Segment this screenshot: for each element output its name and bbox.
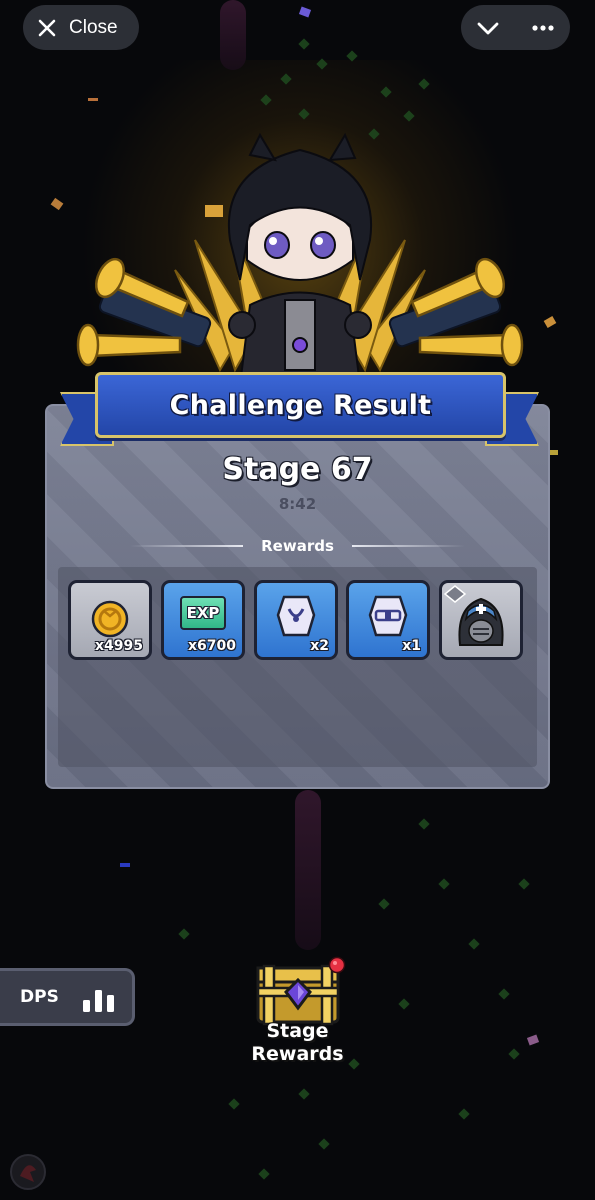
stage-title: Stage 67 (222, 452, 373, 487)
background-speck (398, 998, 410, 1010)
dps-label: DPS (20, 987, 59, 1007)
background-speck (258, 1168, 270, 1180)
reward-quantity: x6700 (188, 638, 236, 654)
menu-pill (461, 5, 570, 50)
stage-rewards-label: Stage Rewards (240, 1020, 355, 1066)
confetti (526, 1034, 540, 1046)
confetti (298, 6, 312, 18)
reward-slot-helmet[interactable] (439, 580, 523, 660)
exp-icon: EXP (180, 596, 226, 630)
rewards-label: Rewards (261, 537, 334, 555)
background-speck (518, 878, 530, 890)
stage-rewards-label-line1: Stage (266, 1020, 329, 1042)
close-x-icon (38, 19, 56, 36)
background-speck (458, 1108, 470, 1120)
reward-slot-gold[interactable]: x4995 (68, 580, 152, 660)
stage-rewards-label-line2: Rewards (251, 1043, 344, 1065)
belt-stone-icon (368, 595, 408, 637)
divider-line (351, 545, 465, 547)
close-label: Close (69, 16, 118, 38)
banner-title: Challenge Result (169, 389, 432, 421)
gold-coin-icon (91, 600, 129, 638)
stage-rewards-button[interactable]: Stage Rewards (240, 956, 355, 1068)
background-speck (298, 1088, 310, 1100)
background-speck (508, 1048, 520, 1060)
stage-clear-time: 8:42 (278, 495, 317, 513)
dps-button[interactable]: DPS (0, 968, 135, 1026)
background-speck (468, 938, 480, 950)
more-dots-icon[interactable] (530, 15, 556, 41)
reward-quantity: x1 (402, 638, 421, 654)
chevron-down-icon[interactable] (475, 15, 501, 41)
hero-character-illustration (76, 132, 524, 386)
rewards-divider: Rewards (130, 535, 465, 557)
notification-dot (328, 956, 346, 974)
background-speck (178, 928, 190, 940)
confetti (543, 316, 557, 328)
reward-quantity: x4995 (95, 638, 143, 654)
background-sword (220, 0, 246, 70)
bar-chart-icon (82, 990, 114, 1012)
close-button[interactable]: Close (23, 5, 139, 50)
background-speck (228, 1098, 240, 1110)
result-banner: Challenge Result (95, 372, 506, 438)
background-speck (418, 818, 430, 830)
reward-slot-belt-stone[interactable]: x1 (346, 580, 430, 660)
background-speck (318, 1138, 330, 1150)
hooded-helmet-icon (458, 597, 504, 646)
necklace-stone-icon (276, 595, 316, 637)
background-speck (378, 898, 390, 910)
divider-line (130, 545, 244, 547)
background-speck (498, 988, 510, 1000)
exp-icon-text: EXP (186, 604, 220, 622)
confetti (50, 197, 64, 211)
background-sword (295, 790, 321, 950)
background-speck (298, 38, 310, 50)
reward-slot-necklace-stone[interactable]: x2 (254, 580, 338, 660)
background-speck (438, 878, 450, 890)
confetti (120, 863, 130, 867)
reward-slot-exp[interactable]: EXP x6700 (161, 580, 245, 660)
faded-skill-icon (10, 1154, 46, 1190)
confetti (88, 98, 98, 101)
reward-quantity: x2 (310, 638, 329, 654)
